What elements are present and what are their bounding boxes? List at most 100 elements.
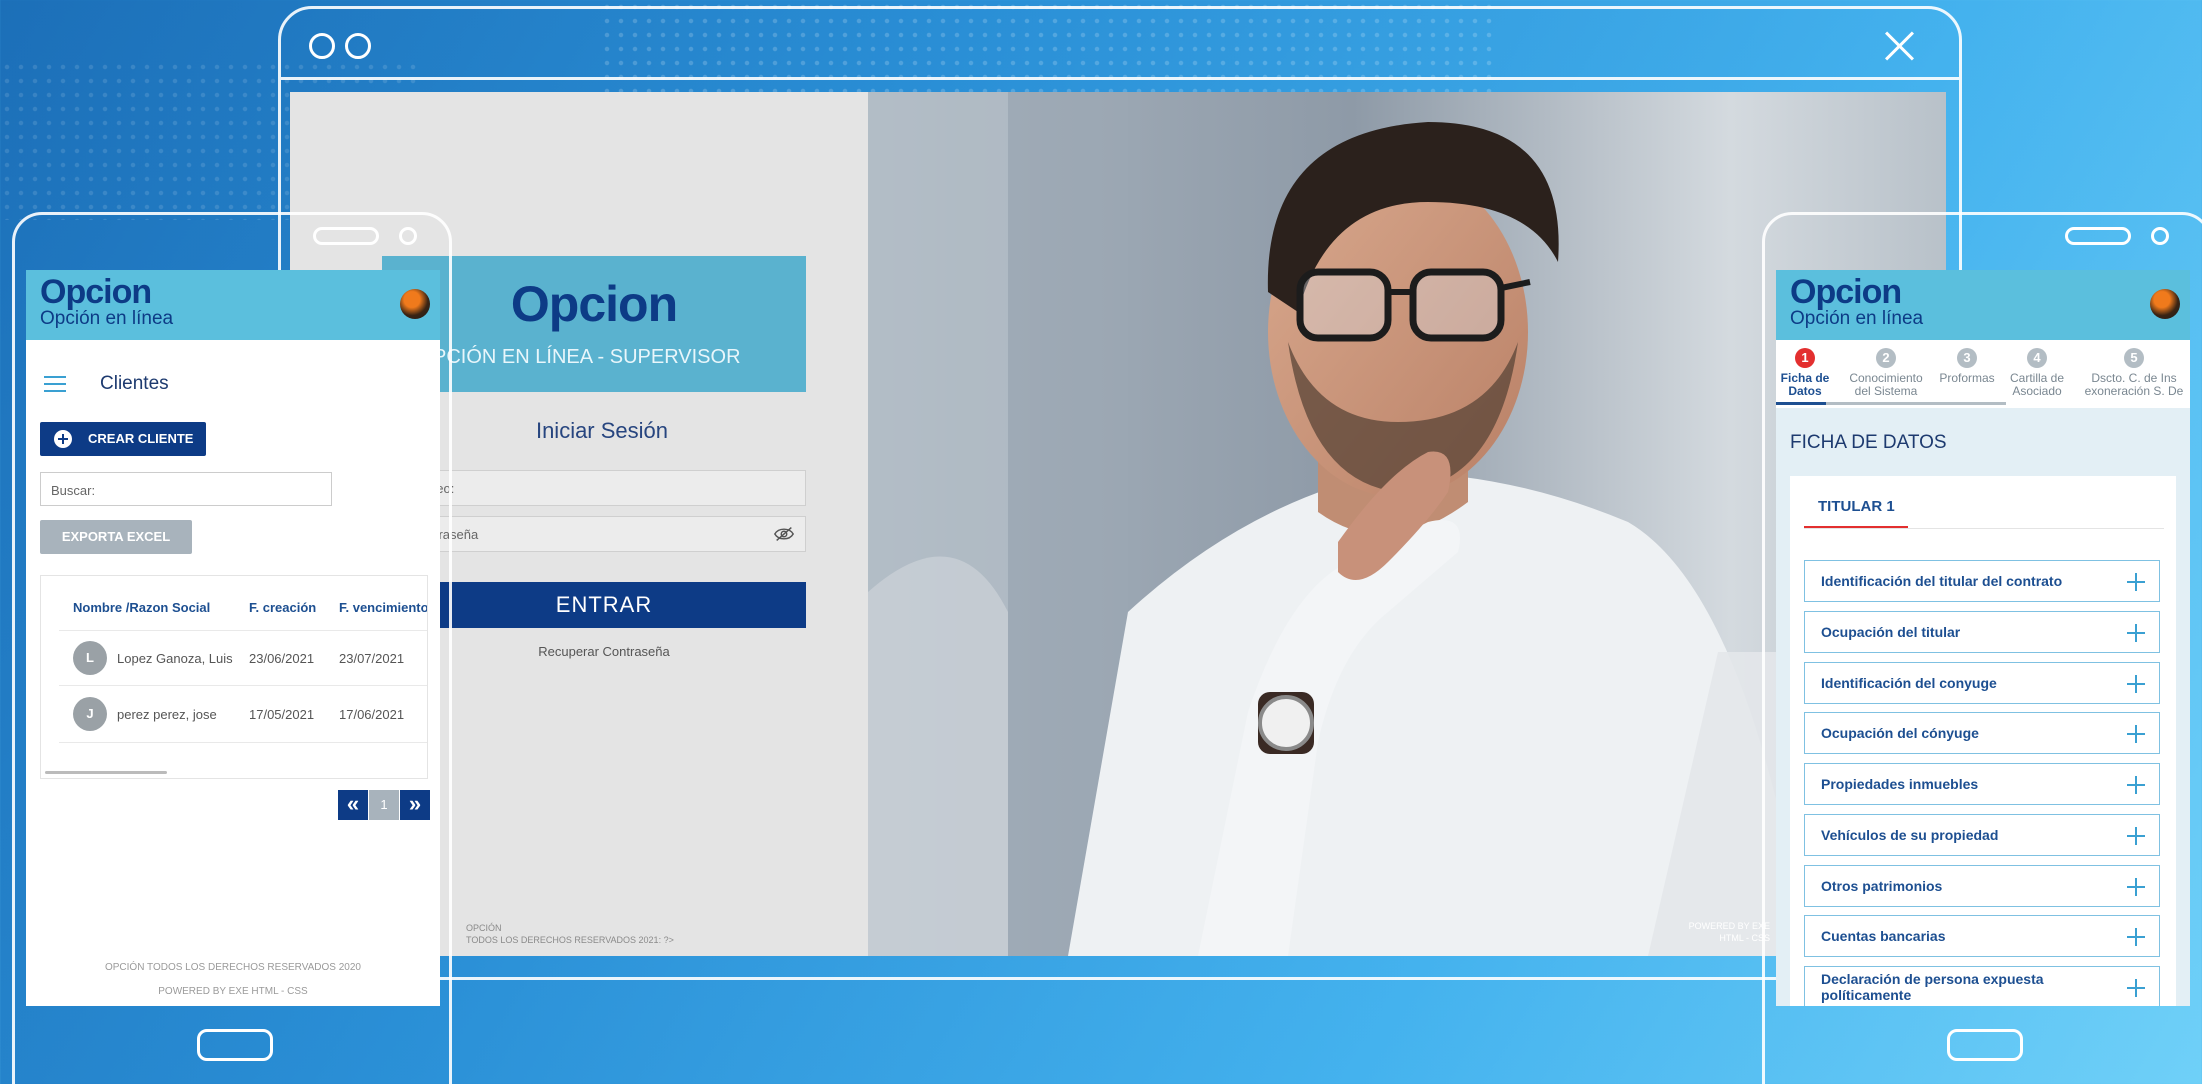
plus-icon: [2127, 624, 2145, 642]
app-header: Opcion Opción en línea: [1776, 270, 2190, 340]
brand-logo: Opcion: [1790, 273, 1902, 311]
password-field[interactable]: Contraseña: [402, 516, 806, 552]
phone-home-button[interactable]: [197, 1029, 273, 1061]
clients-table: Nombre /Razon Social F. creación F. venc…: [40, 575, 428, 779]
login-button[interactable]: ENTRAR: [402, 582, 806, 628]
accordion-cuentas-bancarias[interactable]: Cuentas bancarias: [1804, 915, 2160, 957]
step-label: Proformas: [1939, 371, 1995, 385]
column-header-created[interactable]: F. creación: [249, 600, 316, 615]
accordion-persona-expuesta[interactable]: Declaración de persona expuesta política…: [1804, 966, 2160, 1006]
left-phone-screen: Opcion Opción en línea Clientes CREAR CL…: [26, 270, 440, 1006]
phone-home-button[interactable]: [1947, 1029, 2023, 1061]
powered-line-2: HTML - CSS: [1719, 933, 1770, 943]
column-header-expires[interactable]: F. vencimiento: [339, 600, 427, 615]
phone-camera: [2151, 227, 2169, 245]
powered-by-text: POWERED BY EXE HTML - CSS: [1689, 920, 1770, 944]
step-number: 1: [1795, 348, 1815, 368]
plus-circle-icon: [54, 430, 72, 448]
plus-icon: [2127, 878, 2145, 896]
create-client-label: CREAR CLIENTE: [88, 431, 194, 446]
step-number: 5: [2124, 348, 2144, 368]
avatar[interactable]: [2150, 289, 2180, 319]
hamburger-menu-icon[interactable]: [44, 376, 66, 392]
current-page[interactable]: 1: [369, 790, 399, 820]
step-proformas[interactable]: 3 Proformas: [1932, 348, 2002, 385]
accordion-ocupacion-conyuge[interactable]: Ocupación del cónyuge: [1804, 712, 2160, 754]
step-number: 4: [2027, 348, 2047, 368]
stepper-scroll-thumb[interactable]: [1776, 402, 1826, 405]
step-label: del Sistema: [1854, 384, 1918, 398]
accordion-label: Ocupación del cónyuge: [1821, 725, 1979, 741]
eye-slash-icon[interactable]: [773, 525, 795, 543]
prev-page-button[interactable]: «: [338, 790, 368, 820]
right-phone-screen: Opcion Opción en línea 1 Ficha de Datos …: [1776, 270, 2190, 1006]
accordion-label: políticamente: [1821, 987, 1912, 1003]
cell-created: 17/05/2021: [249, 707, 315, 722]
tab-divider: [1804, 528, 2164, 529]
footer-copyright: TODOS LOS DERECHOS RESERVADOS 2021: ?>: [466, 935, 674, 945]
accordion-label: Propiedades inmuebles: [1821, 776, 1979, 792]
column-header-name[interactable]: Nombre /Razon Social: [73, 600, 210, 615]
step-ficha-datos[interactable]: 1 Ficha de Datos: [1776, 348, 1834, 398]
export-excel-button[interactable]: EXPORTA EXCEL: [40, 520, 192, 554]
footer-powered: POWERED BY EXE HTML - CSS: [158, 986, 308, 997]
brand-logo: Opcion: [40, 273, 152, 311]
step-conocimiento-sistema[interactable]: 2 Conocimiento del Sistema: [1838, 348, 1934, 398]
recover-password-link[interactable]: Recuperar Contraseña: [402, 644, 806, 659]
accordion-vehiculos[interactable]: Vehículos de su propiedad: [1804, 814, 2160, 856]
cell-name: Lopez Ganoza, Luis: [117, 651, 233, 666]
form-stepper: 1 Ficha de Datos 2 Conocimiento del Sist…: [1776, 340, 2190, 406]
accordion-label: Ocupación del titular: [1821, 624, 1961, 640]
powered-line-1: POWERED BY EXE: [1688, 921, 1770, 931]
cell-name: perez perez, jose: [117, 707, 217, 722]
step-number: 3: [1957, 348, 1977, 368]
accordion-label: Cuentas bancarias: [1821, 928, 1946, 944]
window-control-dot: [309, 33, 335, 59]
window-control-dot: [345, 33, 371, 59]
table-row[interactable]: J perez perez, jose 17/05/2021 17/06/202…: [59, 687, 427, 743]
email-field[interactable]: Correo:: [402, 470, 806, 506]
row-avatar: J: [73, 697, 107, 731]
create-client-button[interactable]: CREAR CLIENTE: [40, 422, 206, 456]
login-footer: OPCIÓN TODOS LOS DERECHOS RESERVADOS 202…: [466, 922, 674, 946]
accordion-label: Otros patrimonios: [1821, 878, 1943, 894]
page-title: Clientes: [100, 373, 169, 394]
close-icon[interactable]: [1883, 29, 1917, 63]
app-subtitle: Opción en línea: [40, 308, 174, 329]
cell-created: 23/06/2021: [249, 651, 315, 666]
table-row[interactable]: L Lopez Ganoza, Luis 23/06/2021 23/07/20…: [59, 630, 427, 686]
step-label: exoneración S. De: [2084, 384, 2184, 398]
plus-icon: [2127, 573, 2145, 591]
phone-speaker: [313, 227, 379, 245]
login-title: Iniciar Sesión: [535, 418, 669, 443]
search-input[interactable]: Buscar:: [40, 472, 332, 506]
step-number: 2: [1876, 348, 1896, 368]
next-page-button[interactable]: »: [400, 790, 430, 820]
titular-card: TITULAR 1 Identificación del titular del…: [1790, 476, 2176, 1006]
plus-icon: [2127, 675, 2145, 693]
accordion-ocupacion-titular[interactable]: Ocupación del titular: [1804, 611, 2160, 653]
accordion-label: Identificación del titular del contrato: [1821, 573, 2063, 589]
avatar[interactable]: [400, 289, 430, 319]
accordion-identificacion-conyuge[interactable]: Identificación del conyuge: [1804, 662, 2160, 704]
cell-expires: 17/06/2021: [339, 707, 405, 722]
accordion-identificacion-titular[interactable]: Identificación del titular del contrato: [1804, 560, 2160, 602]
plus-icon: [2127, 928, 2145, 946]
accordion-otros-patrimonios[interactable]: Otros patrimonios: [1804, 865, 2160, 907]
horizontal-scrollbar[interactable]: [45, 771, 167, 774]
app-subtitle: Opción en línea: [1790, 308, 1924, 329]
plus-icon: [2127, 776, 2145, 794]
phone-speaker: [2065, 227, 2131, 245]
desktop-screen: Opcion OPCIÓN EN LÍNEA - SUPERVISOR Inic…: [290, 92, 1946, 956]
step-label: Datos: [1788, 384, 1822, 398]
accordion-propiedades-inmuebles[interactable]: Propiedades inmuebles: [1804, 763, 2160, 805]
phone-camera: [399, 227, 417, 245]
step-label: Asociado: [2012, 384, 2062, 398]
ficha-section: FICHA DE DATOS TITULAR 1 Identificación …: [1776, 408, 2190, 1006]
footer-brand: OPCIÓN: [466, 923, 502, 933]
app-header: Opcion Opción en línea: [26, 270, 440, 340]
step-cartilla-asociado[interactable]: 4 Cartilla de Asociado: [2002, 348, 2072, 398]
tab-titular-1[interactable]: TITULAR 1: [1818, 498, 1895, 515]
search-placeholder: Buscar:: [51, 483, 96, 498]
step-dscto-exoneracion[interactable]: 5 Dscto. C. de Ins exoneración S. De: [2072, 348, 2190, 398]
